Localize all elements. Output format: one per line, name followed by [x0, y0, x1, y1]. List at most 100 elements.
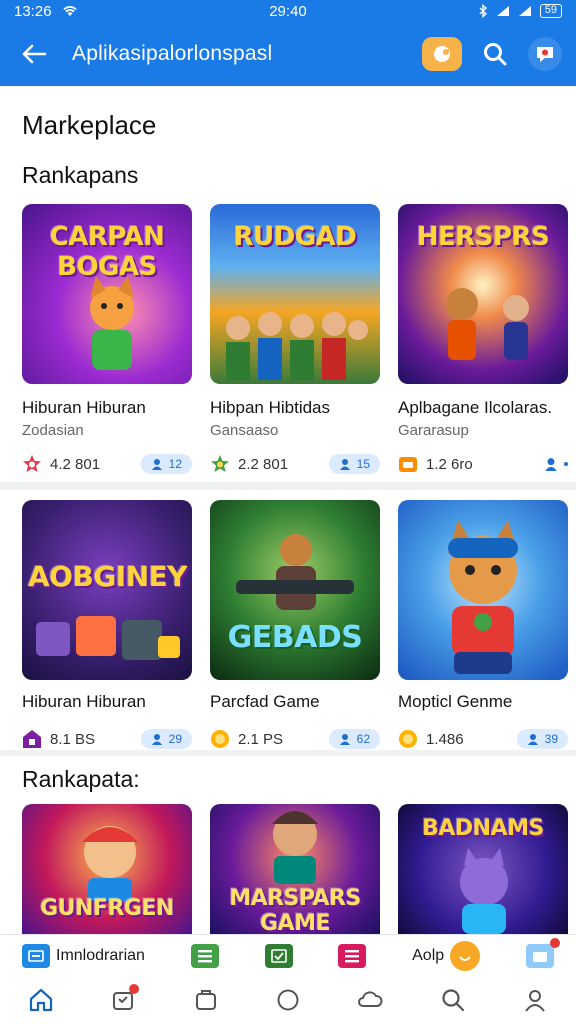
app-thumbnail[interactable]: GEBADS — [210, 500, 380, 680]
battery-icon: 59 — [539, 4, 562, 18]
app-card[interactable]: GUNFRGEN — [22, 804, 192, 934]
players-count: 12 — [168, 457, 182, 471]
app-card[interactable]: Mopticl Genme 1.486 39 — [398, 500, 568, 750]
app-card[interactable]: BADNAMS — [398, 804, 568, 934]
calendar-badge-icon — [399, 457, 417, 472]
nav-profile[interactable] — [515, 980, 555, 1020]
app-name: Hibpan Hibtidas — [210, 398, 331, 417]
app-thumbnail[interactable]: MARSPARS GAME — [210, 804, 380, 934]
app-card[interactable]: MARSPARS GAME — [210, 804, 380, 934]
players-pill[interactable] — [544, 457, 568, 471]
coin-icon — [211, 730, 229, 748]
person-icon — [545, 458, 557, 471]
nav-library[interactable] — [186, 980, 226, 1020]
list-icon[interactable] — [190, 943, 219, 968]
nav-search[interactable] — [433, 980, 473, 1020]
players-pill[interactable]: 12 — [140, 454, 192, 474]
nav-home[interactable] — [21, 980, 61, 1020]
coin-icon — [399, 730, 417, 748]
rating-text: 8.1 BS — [50, 730, 96, 748]
thumbnail-logo: CARPAN BOGAS — [49, 222, 165, 282]
gamepad-icon — [434, 46, 450, 62]
explore-icon — [277, 989, 299, 1011]
person-icon — [151, 459, 162, 470]
bottom-navigation — [0, 976, 576, 1024]
app-developer: Zodasian — [22, 422, 84, 439]
window-icon — [22, 943, 50, 968]
app-title: Aplikasi­palorlonspasl — [72, 42, 273, 65]
app-thumbnail[interactable]: RUDGAD — [210, 204, 380, 384]
smile-icon — [450, 940, 481, 971]
notification-dot — [549, 937, 560, 948]
wifi-icon — [62, 6, 77, 16]
status-bar: 13:26 29:40 59 — [0, 0, 576, 22]
app-name: Mopticl Genme — [398, 692, 513, 711]
thumbnail-logo: GUNFRGEN — [40, 896, 174, 921]
players-pill[interactable]: 62 — [328, 729, 380, 749]
players-count: 62 — [356, 732, 370, 746]
app-card[interactable]: CARPAN BOGAS Hiburan Hiburan Zodasian 4.… — [22, 204, 192, 475]
menu-icon[interactable] — [338, 943, 367, 968]
person-icon — [151, 734, 162, 745]
app-card[interactable]: AOBGINEY Hiburan Hiburan 8.1 BS 29 — [22, 500, 192, 750]
checkbox-icon[interactable] — [264, 943, 293, 968]
shortcut-item-left[interactable]: Imnlodrarian — [22, 943, 145, 968]
shortcut-strip: Imnlodrarian Aolp — [0, 934, 576, 976]
app-thumbnail[interactable]: GUNFRGEN — [22, 804, 192, 934]
app-thumbnail[interactable]: AOBGINEY — [22, 500, 192, 680]
rating-text: 1.486 — [426, 730, 464, 748]
notification-button[interactable] — [528, 37, 562, 71]
game-center-button[interactable] — [422, 37, 462, 71]
app-card[interactable]: RUDGAD Hibpan Hibtidas Gansaaso 2.2 801 … — [210, 204, 380, 475]
search-button[interactable] — [478, 37, 512, 71]
thumbnail-logo: BADNAMS — [422, 816, 544, 841]
profile-icon — [525, 990, 545, 1012]
arrow-left-icon — [22, 44, 47, 64]
status-time: 13:26 — [14, 2, 52, 20]
inbox-icon[interactable] — [525, 937, 560, 968]
players-count: 15 — [356, 457, 370, 471]
nav-cloud[interactable] — [350, 980, 390, 1020]
pill-dot — [564, 462, 568, 466]
thumbnail-logo: MARSPARS GAME — [229, 886, 361, 934]
search-icon — [484, 43, 507, 66]
soldier-illustration — [236, 534, 354, 610]
search-icon — [441, 989, 464, 1012]
app-name: Parcfad Game — [210, 692, 320, 711]
app-thumbnail[interactable]: BADNAMS — [398, 804, 568, 934]
back-button[interactable] — [18, 38, 50, 70]
shortcut-item-right[interactable]: Aolp — [412, 940, 481, 971]
home-icon — [30, 988, 53, 1012]
shortcut-label-left: Imnlodrarian — [56, 946, 145, 964]
character-illustration — [82, 826, 138, 902]
app-thumbnail[interactable] — [398, 500, 568, 680]
house-badge-icon — [23, 730, 41, 748]
bluetooth-icon — [479, 4, 487, 18]
app-name: Hiburan Hiburan — [22, 692, 146, 711]
players-pill[interactable]: 39 — [516, 729, 568, 749]
app-thumbnail[interactable]: HERSPRS — [398, 204, 568, 384]
players-pill[interactable]: 29 — [140, 729, 192, 749]
card-grid-1: CARPAN BOGAS Hiburan Hiburan Zodasian 4.… — [22, 204, 568, 475]
notification-dot — [129, 984, 140, 994]
library-icon — [195, 990, 216, 1010]
nav-store[interactable] — [103, 980, 143, 1020]
star-icon — [211, 455, 229, 472]
heroes-illustration — [446, 288, 529, 360]
app-card[interactable]: GEBADS Parcfad Game 2.1 PS 62 — [210, 500, 380, 750]
app-card[interactable]: HERSPRS Aplbagane Ilcolaras. Gararasup 1… — [398, 204, 568, 475]
shortcut-label-right: Aolp — [412, 946, 445, 964]
cloud-icon — [358, 991, 383, 1007]
players-pill[interactable]: 15 — [328, 454, 380, 474]
app-bar: Aplikasi­palorlonspasl — [0, 22, 576, 86]
rating-text: 1.2 6ro — [426, 455, 473, 473]
character-illustration — [90, 276, 134, 370]
fox-illustration — [448, 520, 518, 674]
app-developer: Gararasup — [398, 422, 469, 439]
section-divider — [0, 750, 576, 756]
blocks-illustration — [36, 616, 180, 660]
app-thumbnail[interactable]: CARPAN BOGAS — [22, 204, 192, 384]
card-grid-3: GUNFRGEN MARSPARS GAME BADNAMS — [22, 804, 568, 934]
nav-explore[interactable] — [268, 980, 308, 1020]
app-developer: Gansaaso — [210, 422, 279, 439]
